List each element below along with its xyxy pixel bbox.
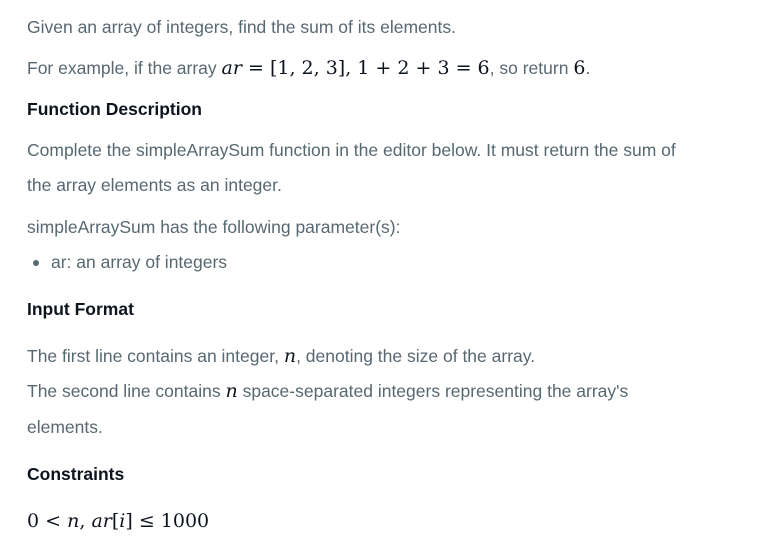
example-period: . <box>585 58 591 78</box>
params-intro: simpleArraySum has the following paramet… <box>27 217 401 237</box>
bullet-icon <box>33 260 39 266</box>
example-equals: = <box>241 57 270 79</box>
input-format-heading: Input Format <box>27 299 134 319</box>
input-line2-suffix: space-separated integers representing th… <box>242 381 629 401</box>
constraints-formula: 0 < n, ar[i] ≤ 1000 <box>27 510 209 532</box>
constraint-sep: , <box>79 510 92 532</box>
example-comma: , <box>345 57 358 79</box>
input-format-line-3: elements. <box>27 417 103 437</box>
example-suffix: , so return <box>489 58 569 78</box>
constraint-left: 0 < <box>27 510 68 532</box>
constraint-var-ar: ar <box>91 510 112 532</box>
input-line2-var: n <box>225 380 238 402</box>
input-line1-prefix: The first line contains an integer, <box>27 346 279 366</box>
input-format-line-1: The first line contains an integer, n, d… <box>27 345 535 367</box>
constraint-bracket-close: ] <box>125 510 133 532</box>
function-description-text-1: Complete the simpleArraySum function in … <box>27 140 676 160</box>
constraint-right: ≤ 1000 <box>132 510 210 532</box>
example-math: ar = [1, 2, 3], 1 + 2 + 3 = 6 <box>222 57 490 79</box>
example-expression: 1 + 2 + 3 = 6 <box>357 57 490 79</box>
example-line: For example, if the array ar = [1, 2, 3]… <box>27 57 590 79</box>
param-item: ar: an array of integers <box>51 252 228 272</box>
input-line1-var: n <box>283 345 297 367</box>
input-line2-prefix: The second line contains <box>27 381 221 401</box>
constraints-heading: Constraints <box>27 464 125 484</box>
example-array: [1, 2, 3] <box>269 57 346 79</box>
example-result: 6 <box>573 57 586 79</box>
function-description-heading: Function Description <box>27 99 202 119</box>
input-format-line-2: The second line contains n space-separat… <box>27 380 628 402</box>
input-line1-suffix: , denoting the size of the array. <box>296 346 536 366</box>
constraint-var-n: n <box>67 510 80 532</box>
function-description-text-2: the array elements as an integer. <box>27 175 282 195</box>
example-prefix: For example, if the array <box>27 58 217 78</box>
intro-text: Given an array of integers, find the sum… <box>27 17 456 37</box>
example-var: ar <box>221 57 242 79</box>
